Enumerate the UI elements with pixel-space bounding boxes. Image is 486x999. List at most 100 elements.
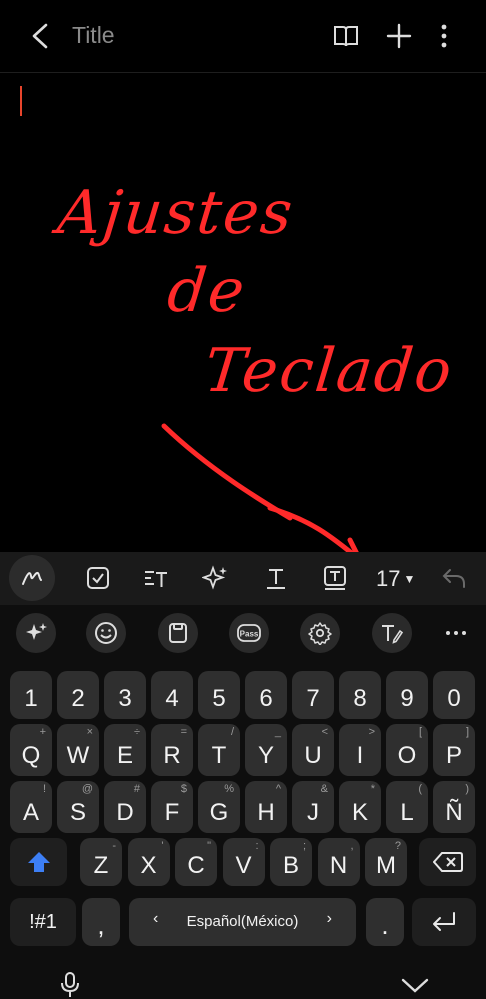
text-format-icon[interactable] [262,564,290,592]
key-secondary-label: _ [274,726,281,738]
key-i[interactable]: I > [339,724,381,776]
ai-sparkle-icon[interactable] [202,564,230,592]
period-key[interactable]: . [366,898,404,946]
key-l[interactable]: L( [386,781,428,833]
key-label: B [282,852,299,879]
key-h[interactable]: H ^ [245,781,287,833]
key-secondary-label: ( [418,783,422,795]
key-label: 8 [353,685,367,712]
key-5[interactable]: 5 [198,671,240,719]
reading-mode-icon[interactable] [332,22,360,50]
key-j[interactable]: J & [292,781,334,833]
key-secondary-label: @ [81,783,93,795]
key-d[interactable]: D # [104,781,146,833]
key-4[interactable]: 4 [151,671,193,719]
font-size-selector[interactable]: 17 ▼ [376,566,415,592]
key-6[interactable]: 6 [245,671,287,719]
text-box-icon[interactable] [321,564,349,592]
key-b[interactable]: B; [270,838,312,886]
key-secondary-label: ] [465,726,469,738]
handwriting-line-1: Ajustes [54,178,298,248]
samsung-pass-button[interactable]: Pass [229,613,269,653]
key-3[interactable]: 3 [104,671,146,719]
backspace-key[interactable] [419,838,476,886]
key-x[interactable]: X ' [127,838,170,886]
microphone-icon[interactable] [58,971,82,999]
key-k[interactable]: K * [339,781,381,833]
hide-keyboard-icon[interactable] [400,977,430,995]
key-label: 5 [212,685,226,712]
keyboard-toolbar: Pass [0,605,486,661]
key-label: C [187,852,205,879]
emoji-button[interactable] [86,613,126,653]
key-secondary-label: ' [161,840,164,852]
galaxy-ai-button[interactable] [16,613,56,653]
handwriting-line-3: Teclado [201,336,457,406]
text-style-icon[interactable] [142,564,170,592]
key-0[interactable]: 0 [433,671,475,719]
enter-key[interactable] [412,898,476,946]
text-cursor [20,86,22,116]
undo-icon[interactable] [440,564,468,592]
key-label: K [351,799,368,826]
key-label: Z [93,852,109,879]
key-c[interactable]: C " [175,838,217,886]
key-label: G [209,799,229,826]
comma-key[interactable]: , [82,898,120,946]
add-icon[interactable] [385,22,413,50]
key-label: H [257,799,275,826]
key-label: 4 [165,685,179,712]
pass-icon: Pass [237,624,261,642]
key-secondary-label: % [224,783,234,795]
key-label: P [445,742,462,769]
key-1[interactable]: 1 [10,671,52,719]
key-e[interactable]: E ÷ [104,724,146,776]
handwriting-mode-button[interactable] [9,555,55,601]
more-options-icon[interactable] [430,22,458,50]
key-s[interactable]: S @ [57,781,99,833]
handwriting-input-button[interactable] [372,613,412,653]
language-next-icon: › [326,910,332,927]
shift-key[interactable] [10,838,67,886]
note-title[interactable]: Title [72,22,115,49]
key-p[interactable]: P] [433,724,475,776]
key-9[interactable]: 9 [386,671,428,719]
space-key[interactable]: ‹ Español(México) › [129,898,356,946]
key-secondary-label: & [320,783,328,795]
key-secondary-label: > [368,726,375,738]
keyboard-settings-button[interactable] [300,613,340,653]
key-m[interactable]: M? [365,838,407,886]
clipboard-icon [169,623,187,643]
key-y[interactable]: Y _ [245,724,287,776]
key-secondary-label: ÷ [133,726,140,738]
key-n[interactable]: N, [317,838,360,886]
key-f[interactable]: F $ [151,781,193,833]
key-8[interactable]: 8 [339,671,381,719]
key-w[interactable]: W × [57,724,99,776]
key-g[interactable]: G% [198,781,240,833]
key-label: Ñ [445,799,463,826]
key-q[interactable]: Q + [10,724,52,776]
key-secondary-label: [ [418,726,422,738]
space-key-label: Español(México) [186,913,299,930]
key-o[interactable]: O[ [386,724,428,776]
key-v[interactable]: V: [222,838,265,886]
key-2[interactable]: 2 [57,671,99,719]
key-r[interactable]: R = [151,724,193,776]
key-a[interactable]: A! [10,781,52,833]
more-horizontal-icon[interactable] [444,621,468,645]
period-key-label: . [381,910,389,940]
key-secondary-label: ) [465,783,469,795]
key-label: 1 [24,685,38,712]
key-7[interactable]: 7 [292,671,334,719]
checkbox-icon[interactable] [84,564,112,592]
key-ñ[interactable]: Ñ) [433,781,475,833]
key-t[interactable]: T / [198,724,240,776]
back-arrow-icon[interactable] [28,22,52,50]
key-label: I [356,742,364,769]
symbols-key[interactable]: !#1 [10,898,76,946]
key-label: D [116,799,134,826]
key-z[interactable]: Z- [80,838,122,886]
key-u[interactable]: U < [292,724,334,776]
clipboard-button[interactable] [158,613,198,653]
